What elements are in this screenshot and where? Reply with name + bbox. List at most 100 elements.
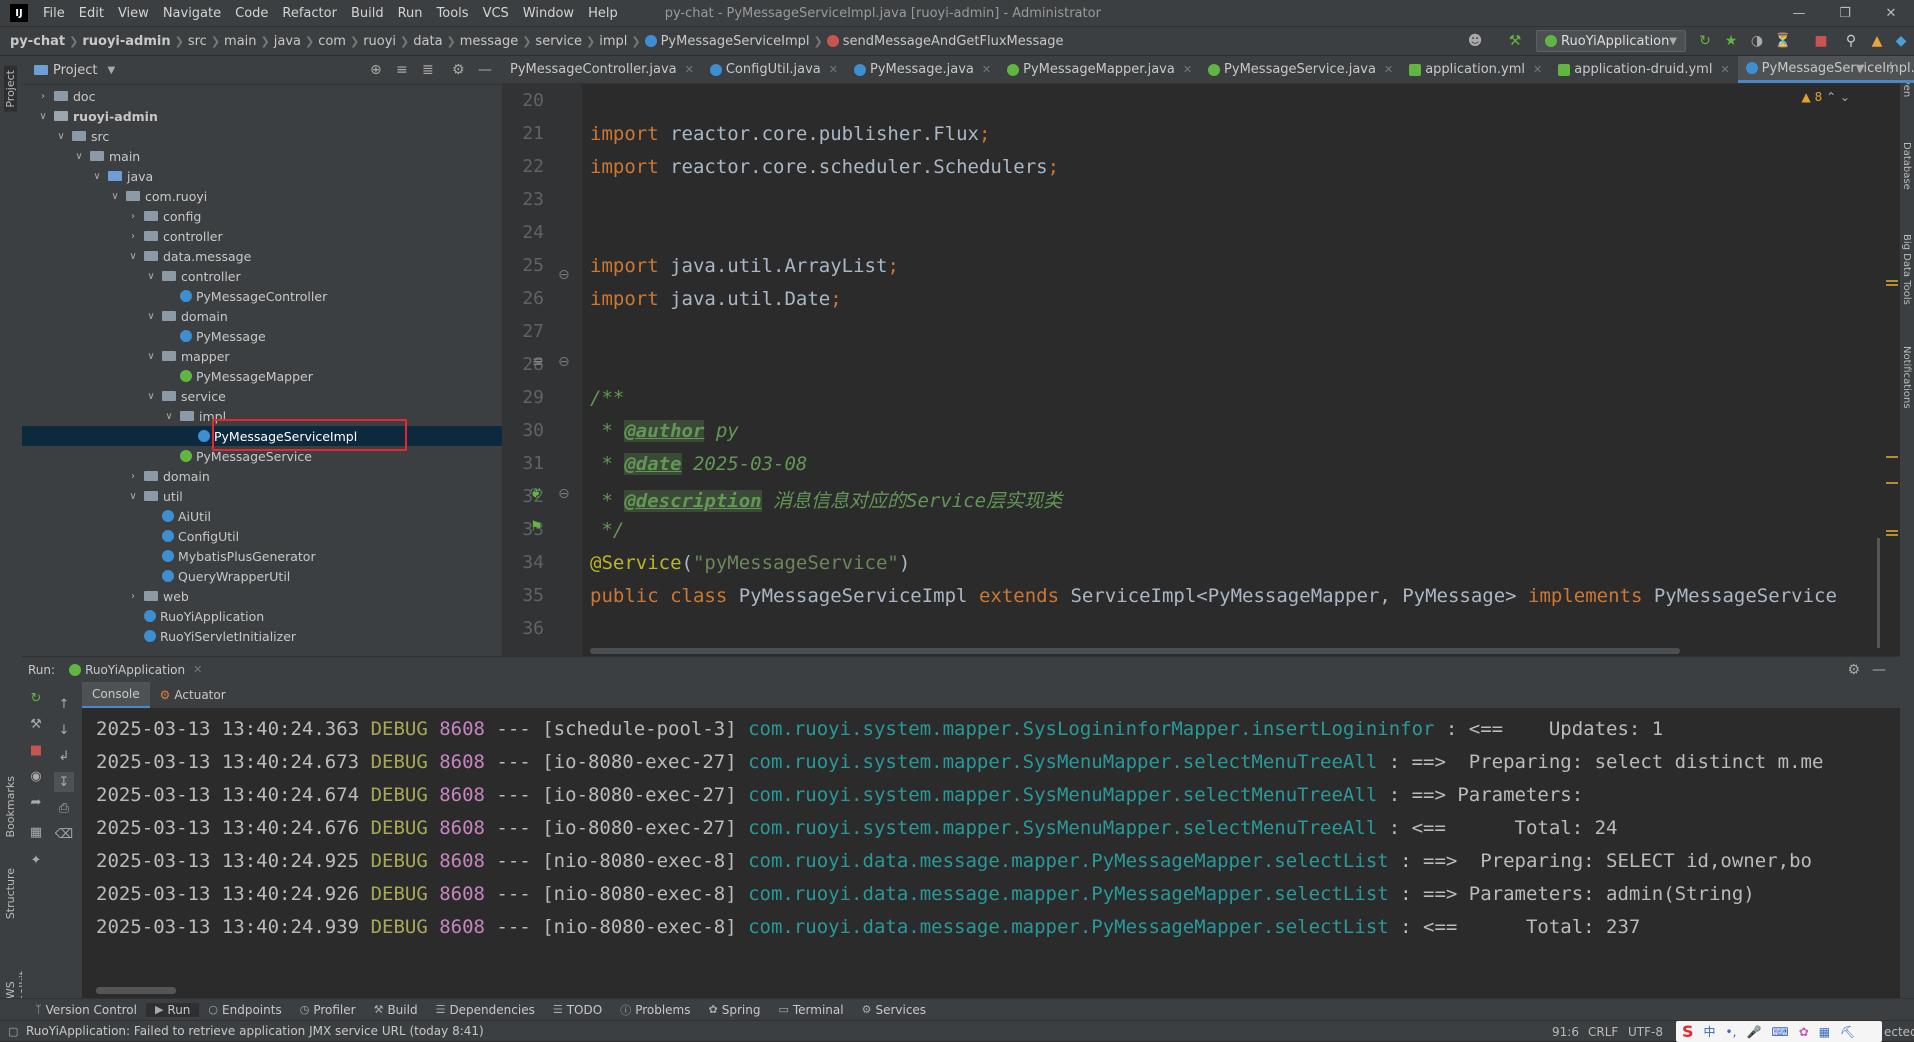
tree-item[interactable]: ∨ util [22, 486, 502, 506]
tree-item[interactable]: ∨ java [22, 166, 502, 186]
error-stripe-mark[interactable] [1886, 280, 1898, 282]
tree-item[interactable]: ∨ src [22, 126, 502, 146]
tree-item[interactable]: MybatisPlusGenerator [22, 546, 502, 566]
ime-mode-icon[interactable]: 中 [1704, 1023, 1716, 1040]
project-tool-tab[interactable]: Project [4, 66, 17, 112]
tool-todo[interactable]: ☰ TODO [544, 1003, 611, 1017]
line-separator[interactable]: CRLF [1588, 1021, 1618, 1042]
close-tab-icon[interactable]: ✕ [1533, 63, 1542, 76]
editor-tab[interactable]: PyMessageService.java ✕ [1200, 56, 1401, 83]
fold-icon[interactable]: ⊖ [558, 486, 576, 504]
tool-endpoints[interactable]: ○ Endpoints [199, 1003, 290, 1017]
tool-spring[interactable]: ✿ Spring [700, 1003, 770, 1017]
tool-services[interactable]: ⚙ Services [853, 1003, 935, 1017]
error-stripe-mark[interactable] [1886, 530, 1898, 532]
wrench-icon[interactable]: ⚒ [26, 714, 46, 734]
tool-build[interactable]: ⚒ Build [365, 1003, 427, 1017]
chevron-right-icon[interactable]: › [126, 471, 140, 482]
camera-icon[interactable]: ◉ [26, 766, 46, 786]
close-tab-icon[interactable]: ✕ [982, 63, 991, 76]
tree-item[interactable]: › config [22, 206, 502, 226]
ime-toolbar[interactable]: S 中 •, 🎤 ⌨ ✿ ▦ ⛏ [1676, 1021, 1882, 1042]
bookmarks-tool-tab[interactable]: Bookmarks [4, 776, 17, 837]
log-logger[interactable]: com.ruoyi.data.message.mapper.PyMessageM… [748, 850, 1389, 872]
crumb-method[interactable]: sendMessageAndGetFluxMessage [823, 34, 1068, 49]
trash-icon[interactable]: ⌫ [54, 824, 74, 844]
chevron-down-icon[interactable]: ∨ [126, 251, 140, 262]
tree-item[interactable]: RuoYiApplication [22, 606, 502, 626]
chevron-down-icon[interactable]: ∨ [54, 131, 68, 142]
tree-item[interactable]: PyMessageController [22, 286, 502, 306]
crumb-project[interactable]: py-chat [0, 34, 69, 49]
status-message[interactable]: RuoYiApplication: Failed to retrieve app… [26, 1024, 484, 1038]
tab-console[interactable]: Console [82, 682, 150, 708]
minimize-icon[interactable]: — [1776, 0, 1822, 26]
project-panel-title[interactable]: Project [53, 63, 97, 78]
tool-run[interactable]: ▶ Run [145, 1002, 200, 1017]
tree-item[interactable]: RuoYiServletInitializer [22, 626, 502, 646]
tool-terminal[interactable]: ▭ Terminal [769, 1003, 852, 1017]
crumb-class[interactable]: PyMessageServiceImpl [641, 34, 814, 49]
coverage-icon[interactable]: ◑ [1748, 32, 1766, 50]
crumb-service[interactable]: service [531, 34, 586, 49]
hide-icon[interactable]: — [1872, 662, 1886, 678]
tool-problems[interactable]: ⓘ Problems [611, 1002, 699, 1018]
tree-item[interactable]: › domain [22, 466, 502, 486]
crumb-main[interactable]: main [220, 34, 260, 49]
close-tab-icon[interactable]: ✕ [685, 63, 694, 76]
error-stripe-mark[interactable] [1886, 534, 1898, 536]
menu-view[interactable]: View [111, 6, 156, 21]
layout-icon[interactable]: ▦ [26, 822, 46, 842]
chevron-down-icon[interactable]: ∨ [144, 311, 158, 322]
log-logger[interactable]: com.ruoyi.system.mapper.SysLogininforMap… [748, 718, 1434, 740]
console-output[interactable]: — 2025-03-13 13:40:24.363 DEBUG 8608 ---… [82, 708, 1900, 998]
tabs-dropdown-icon[interactable]: ▼ [1856, 62, 1864, 75]
doc-render-icon[interactable]: ≡ [532, 354, 550, 372]
gear-icon[interactable]: ⚙ [452, 62, 465, 78]
debug-icon[interactable]: ★ [1722, 32, 1740, 50]
menu-help[interactable]: Help [581, 6, 625, 21]
chevron-down-icon[interactable]: ∨ [162, 411, 176, 422]
skin-icon[interactable]: ✿ [1799, 1025, 1809, 1039]
rerun-icon[interactable]: ↻ [26, 688, 46, 708]
menu-edit[interactable]: Edit [72, 6, 111, 21]
shirt-icon[interactable]: ⛏ [1840, 1025, 1855, 1039]
tree-item[interactable]: ∨ ruoyi-admin [22, 106, 502, 126]
plugin-icon[interactable]: ◆ [1892, 32, 1910, 50]
error-stripe-mark[interactable] [1886, 284, 1898, 286]
editor-hscrollbar[interactable] [590, 648, 1680, 654]
log-logger[interactable]: com.ruoyi.system.mapper.SysMenuMapper.se… [748, 784, 1377, 806]
menu-file[interactable]: File [36, 6, 72, 21]
more-options-icon[interactable]: ⋮ [1884, 60, 1898, 76]
menu-navigate[interactable]: Navigate [156, 6, 228, 21]
crumb-com[interactable]: com [314, 34, 350, 49]
tree-item[interactable]: ∨ domain [22, 306, 502, 326]
tree-item[interactable]: ∨ controller [22, 266, 502, 286]
notifications-tool-tab[interactable]: Notifications [1901, 346, 1912, 409]
profile-icon[interactable]: ⏳ [1774, 32, 1792, 50]
crumb-ruoyi[interactable]: ruoyi [359, 34, 400, 49]
close-tab-icon[interactable]: ✕ [1720, 63, 1729, 76]
crumb-impl[interactable]: impl [595, 34, 631, 49]
tree-item[interactable]: AiUtil [22, 506, 502, 526]
stop-icon[interactable]: ■ [26, 740, 46, 760]
menu-refactor[interactable]: Refactor [275, 6, 344, 21]
tree-item[interactable]: ∨ data.message [22, 246, 502, 266]
chevron-right-icon[interactable]: › [36, 91, 50, 102]
expand-all-icon[interactable]: ≡ [396, 62, 408, 78]
build-hammer-icon[interactable]: ⚒ [1506, 32, 1524, 50]
caret-position[interactable]: 91:6 [1552, 1021, 1579, 1042]
microphone-icon[interactable]: 🎤 [1746, 1025, 1761, 1039]
chevron-down-icon[interactable]: ∨ [144, 351, 158, 362]
chevron-down-icon[interactable]: ∨ [126, 491, 140, 502]
tool-version-control[interactable]: ᛉ Version Control [26, 1003, 146, 1017]
chevron-down-icon[interactable]: ∨ [36, 111, 50, 122]
soft-wrap-icon[interactable]: ↲ [54, 746, 74, 766]
tab-actuator[interactable]: ⚙ Actuator [150, 682, 236, 708]
scroll-to-end-icon[interactable]: ↧ [54, 772, 74, 792]
editor-tab[interactable]: application.yml ✕ [1401, 56, 1550, 83]
tree-item[interactable]: ∨ mapper [22, 346, 502, 366]
close-tab-icon[interactable]: ✕ [1384, 63, 1393, 76]
menu-code[interactable]: Code [228, 6, 275, 21]
log-logger[interactable]: com.ruoyi.data.message.mapper.PyMessageM… [748, 883, 1389, 905]
